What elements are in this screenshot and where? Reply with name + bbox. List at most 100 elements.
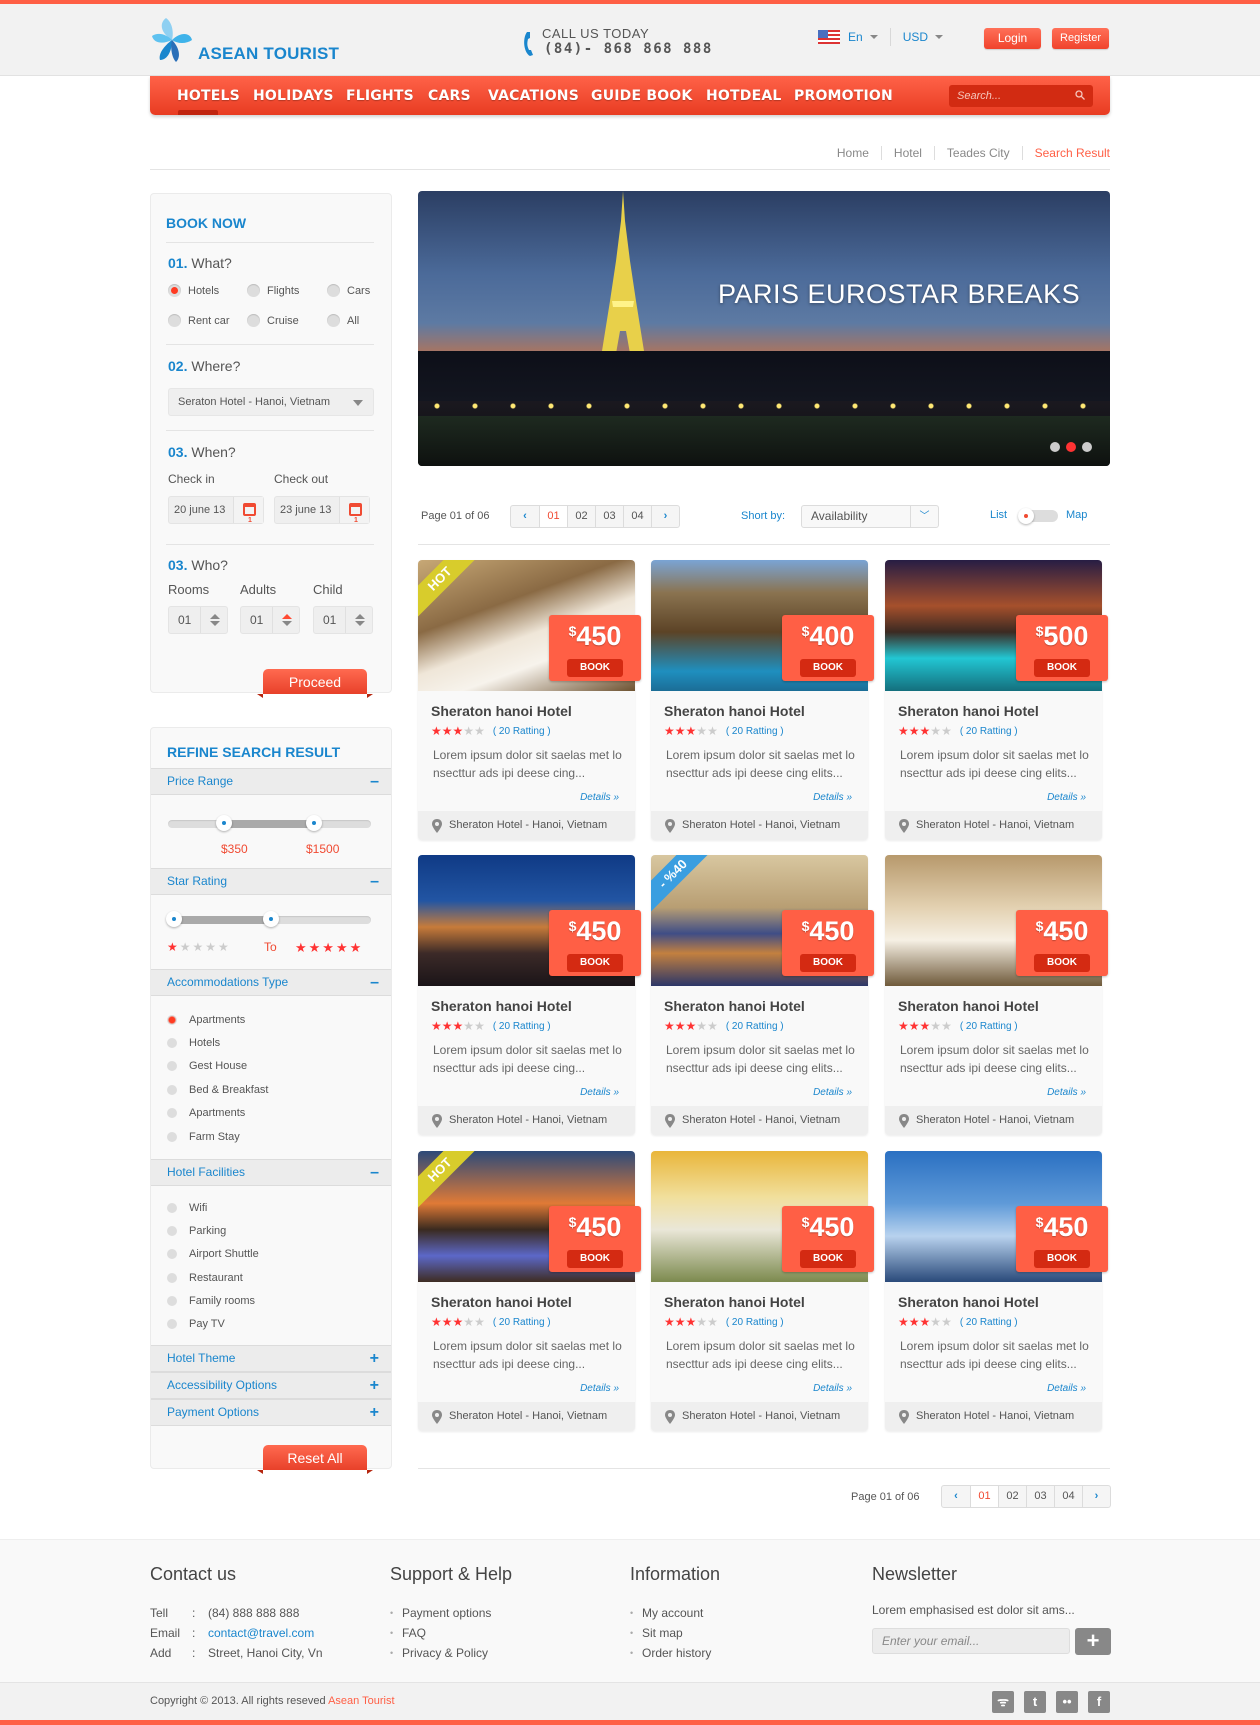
footer-link[interactable]: Order history [630, 1643, 720, 1663]
slide-dot-active[interactable] [1066, 442, 1076, 452]
rating-count[interactable]: ( 20 Ratting ) [726, 1021, 784, 1032]
newsletter-email-input[interactable] [873, 1629, 1063, 1653]
radio-cruise[interactable]: Cruise [247, 314, 299, 327]
accommodations-header[interactable]: Accommodations Type – [151, 969, 391, 996]
page-button[interactable]: 04 [1054, 1486, 1082, 1507]
nav-item-guide-book[interactable]: GUIDE BOOK [591, 88, 692, 104]
hotel-card[interactable]: $450 BOOK Sheraton hanoi Hotel ★ ★ ★ ★ ★( 20… [651, 1151, 874, 1431]
copyright-brand-link[interactable]: Asean Tourist [328, 1695, 394, 1707]
price-min-handle[interactable] [216, 815, 232, 831]
prev-page-button[interactable]: ‹ [942, 1486, 970, 1507]
rating-count[interactable]: ( 20 Ratting ) [960, 726, 1018, 737]
facebook-icon[interactable]: f [1088, 1691, 1110, 1713]
page-button[interactable]: 03 [1026, 1486, 1054, 1507]
newsletter-subscribe-button[interactable]: + [1075, 1628, 1111, 1655]
nav-item-holidays[interactable]: HOLIDAYS [253, 88, 334, 104]
nav-item-vacations[interactable]: VACATIONS [488, 88, 579, 104]
expand-icon[interactable]: + [370, 1373, 379, 1398]
hotel-card[interactable]: $450 BOOK Sheraton hanoi Hotel ★ ★ ★ ★ ★( 20… [418, 855, 641, 1135]
hotel-card[interactable]: $400 BOOK Sheraton hanoi Hotel ★ ★ ★ ★ ★( 20… [651, 560, 874, 840]
page-button[interactable]: 02 [567, 506, 595, 527]
star-min-handle[interactable] [166, 911, 182, 927]
adults-stepper[interactable]: 01 [240, 606, 300, 634]
calendar-button[interactable]: 1 [339, 497, 369, 524]
rooms-stepper[interactable]: 01 [168, 606, 228, 634]
hotel-card[interactable]: $450 BOOK Sheraton hanoi Hotel ★ ★ ★ ★ ★( 20… [885, 855, 1108, 1135]
radio-all[interactable]: All [327, 314, 359, 327]
collapse-icon[interactable]: – [370, 769, 379, 794]
details-link[interactable]: Details » [580, 1383, 619, 1394]
slide-dot[interactable] [1082, 442, 1092, 452]
hero-banner[interactable]: PARIS EUROSTAR BREAKS [418, 191, 1110, 466]
radio-flights[interactable]: Flights [247, 284, 299, 297]
accommodation-option[interactable]: Bed & Breakfast [167, 1084, 269, 1096]
facility-option[interactable]: Wifi [167, 1202, 207, 1214]
star-slider[interactable] [166, 911, 371, 927]
hotel-name[interactable]: Sheraton hanoi Hotel [898, 703, 1039, 719]
details-link[interactable]: Details » [1047, 1087, 1086, 1098]
footer-link[interactable]: Privacy & Policy [390, 1643, 512, 1663]
details-link[interactable]: Details » [813, 1383, 852, 1394]
accommodation-option[interactable]: Apartments [167, 1014, 245, 1026]
price-slider[interactable] [168, 815, 371, 831]
rating-count[interactable]: ( 20 Ratting ) [960, 1317, 1018, 1328]
payment-options-header[interactable]: Payment Options + [151, 1399, 391, 1426]
page-button[interactable]: 02 [998, 1486, 1026, 1507]
currency-select[interactable]: USD [903, 30, 928, 44]
hotel-name[interactable]: Sheraton hanoi Hotel [898, 998, 1039, 1014]
accessibility-header[interactable]: Accessibility Options + [151, 1372, 391, 1399]
book-button[interactable]: BOOK [567, 954, 623, 972]
rating-count[interactable]: ( 20 Ratting ) [493, 1317, 551, 1328]
book-button[interactable]: BOOK [1034, 1250, 1090, 1268]
star-max-handle[interactable] [263, 911, 279, 927]
accommodation-option[interactable]: Farm Stay [167, 1131, 240, 1143]
rating-count[interactable]: ( 20 Ratting ) [726, 726, 784, 737]
prev-page-button[interactable]: ‹ [511, 506, 539, 527]
book-button[interactable]: BOOK [800, 1250, 856, 1268]
page-button[interactable]: 03 [595, 506, 623, 527]
stepper-arrows[interactable] [200, 607, 227, 633]
facilities-header[interactable]: Hotel Facilities – [151, 1159, 391, 1186]
calendar-button[interactable]: 1 [233, 497, 263, 524]
rating-count[interactable]: ( 20 Ratting ) [493, 726, 551, 737]
hotel-card[interactable]: HOT $450 BOOK Sheraton hanoi Hotel ★ ★ ★ ★ ★… [418, 1151, 641, 1431]
details-link[interactable]: Details » [1047, 792, 1086, 803]
breadcrumb-city[interactable]: Teades City [933, 146, 1022, 160]
proceed-button[interactable]: Proceed [257, 669, 373, 698]
checkin-field[interactable]: 20 june 13 1 [168, 496, 264, 524]
book-button[interactable]: BOOK [1034, 954, 1090, 972]
expand-icon[interactable]: + [370, 1346, 379, 1371]
book-button[interactable]: BOOK [1034, 659, 1090, 677]
hotel-name[interactable]: Sheraton hanoi Hotel [898, 1294, 1039, 1310]
breadcrumb-home[interactable]: Home [825, 146, 881, 160]
facility-option[interactable]: Airport Shuttle [167, 1248, 259, 1260]
accommodation-option[interactable]: Hotels [167, 1037, 220, 1049]
book-button[interactable]: BOOK [567, 1250, 623, 1268]
price-range-header[interactable]: Price Range – [151, 768, 391, 795]
breadcrumb-hotel[interactable]: Hotel [880, 146, 934, 160]
register-button[interactable]: Register [1052, 28, 1109, 49]
footer-link[interactable]: Payment options [390, 1603, 512, 1623]
star-rating-header[interactable]: Star Rating – [151, 868, 391, 895]
map-view-label[interactable]: Map [1066, 509, 1087, 521]
facility-option[interactable]: Parking [167, 1225, 226, 1237]
slide-dot[interactable] [1050, 442, 1060, 452]
facility-option[interactable]: Pay TV [167, 1318, 225, 1330]
accommodation-option[interactable]: Apartments [167, 1107, 245, 1119]
accommodation-option[interactable]: Gest House [167, 1060, 247, 1072]
stepper-arrows[interactable] [272, 607, 299, 633]
page-button[interactable]: 01 [539, 506, 567, 527]
flickr-icon[interactable]: •• [1056, 1691, 1078, 1713]
rating-count[interactable]: ( 20 Ratting ) [960, 1021, 1018, 1032]
next-page-button[interactable]: › [651, 506, 679, 527]
radio-rent-car[interactable]: Rent car [168, 314, 230, 327]
hotel-theme-header[interactable]: Hotel Theme + [151, 1345, 391, 1372]
reset-all-button[interactable]: Reset All [257, 1445, 373, 1474]
stepper-arrows[interactable] [345, 607, 372, 633]
hotel-name[interactable]: Sheraton hanoi Hotel [664, 998, 805, 1014]
book-button[interactable]: BOOK [567, 659, 623, 677]
details-link[interactable]: Details » [813, 1087, 852, 1098]
logo[interactable]: ASEAN TOURIST [150, 16, 340, 66]
next-page-button[interactable]: › [1082, 1486, 1110, 1507]
nav-item-cars[interactable]: CARS [428, 88, 471, 104]
